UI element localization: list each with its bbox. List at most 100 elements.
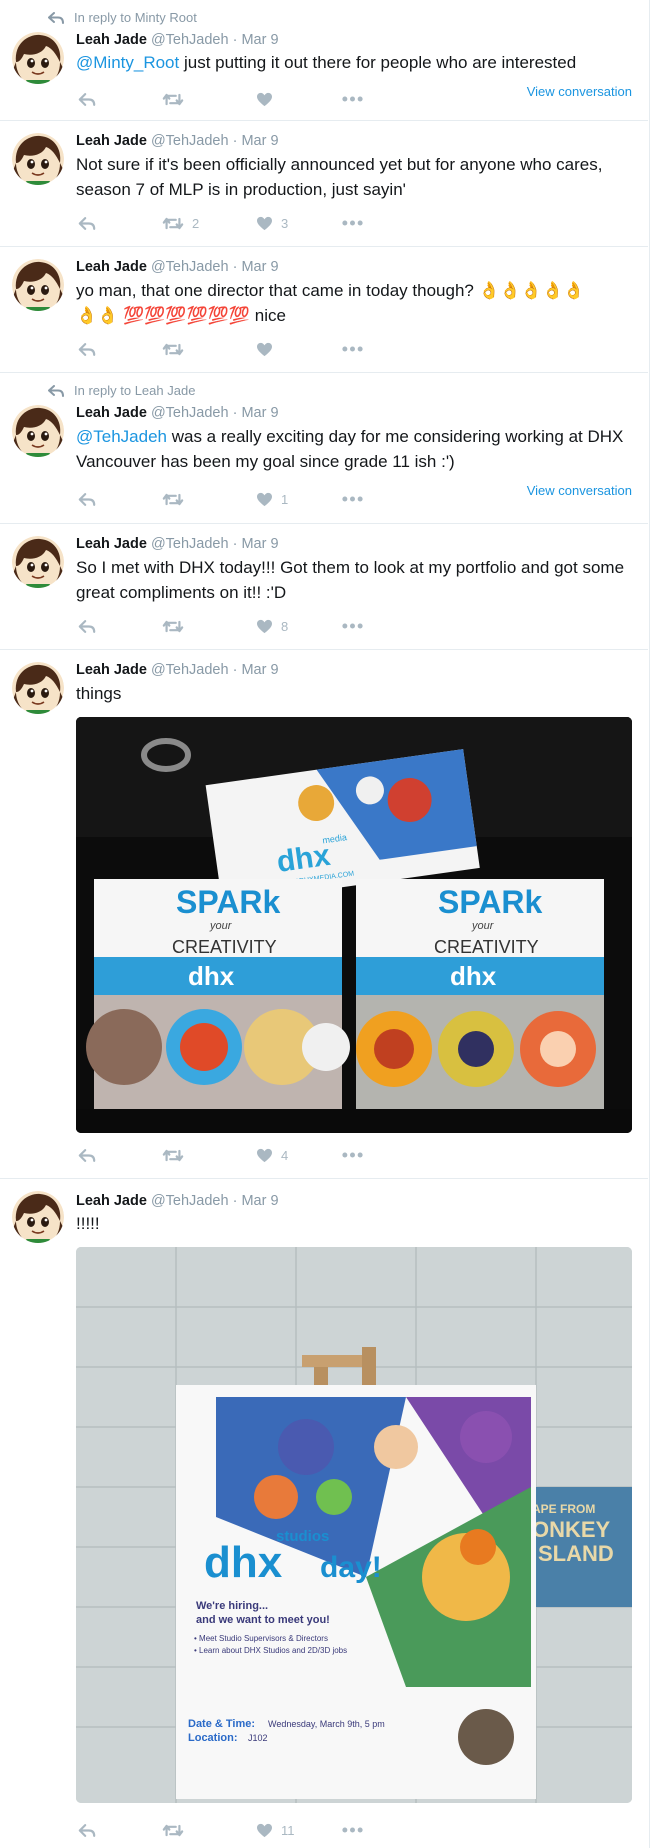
timestamp[interactable]: Mar 9 [241, 259, 278, 275]
avatar[interactable] [12, 133, 64, 185]
avatar[interactable] [12, 536, 64, 588]
username[interactable]: @TehJadeh [151, 133, 229, 149]
avatar[interactable] [12, 32, 64, 84]
reply-button[interactable] [78, 1145, 96, 1165]
view-conversation-link[interactable]: View conversation [527, 84, 632, 99]
timestamp[interactable]: Mar 9 [241, 662, 278, 678]
display-name[interactable]: Leah Jade [76, 405, 147, 421]
more-button[interactable] [342, 339, 363, 359]
pack-brand-left: dhx [188, 961, 235, 991]
poster-want: and we want to meet you! [196, 1614, 330, 1626]
more-button[interactable] [342, 1145, 363, 1165]
like-button[interactable] [256, 339, 281, 359]
username[interactable]: @TehJadeh [151, 32, 229, 48]
tweet[interactable]: In reply to Leah Jade Leah Jade @TehJade… [0, 373, 648, 524]
reply-context[interactable]: In reply to Leah Jade [48, 383, 195, 398]
retweet-button[interactable] [162, 339, 192, 359]
display-name[interactable]: Leah Jade [76, 133, 147, 149]
heart-icon [256, 492, 273, 507]
mention-link[interactable]: @Minty_Root [76, 53, 179, 72]
tweet-text: !!!!! [76, 1214, 100, 1233]
timestamp[interactable]: Mar 9 [241, 32, 278, 48]
retweet-button[interactable] [162, 1145, 192, 1165]
tweet[interactable]: In reply to Minty Root Leah Jade @TehJad… [0, 0, 648, 121]
timestamp[interactable]: Mar 9 [241, 536, 278, 552]
display-name[interactable]: Leah Jade [76, 1193, 147, 1209]
avatar[interactable] [12, 1191, 64, 1243]
poster-bullet-1: • Meet Studio Supervisors & Directors [194, 1634, 328, 1643]
reply-button[interactable] [78, 489, 96, 509]
like-button[interactable]: 1 [256, 489, 288, 509]
like-button[interactable]: 4 [256, 1145, 288, 1165]
more-icon [342, 496, 363, 502]
pack-creativity-right: CREATIVITY [434, 937, 539, 957]
retweet-icon [162, 1148, 184, 1163]
reply-button[interactable] [78, 339, 96, 359]
separator: · [232, 32, 238, 48]
timestamp[interactable]: Mar 9 [241, 133, 278, 149]
more-button[interactable] [342, 489, 363, 509]
more-button[interactable] [342, 89, 363, 109]
more-icon [342, 220, 363, 226]
reply-arrow-icon [48, 385, 64, 397]
username[interactable]: @TehJadeh [151, 662, 229, 678]
reply-button[interactable] [78, 616, 96, 636]
retweet-button[interactable] [162, 616, 192, 636]
avatar[interactable] [12, 405, 64, 457]
sign-line-3: SLAND [538, 1541, 614, 1566]
display-name[interactable]: Leah Jade [76, 662, 147, 678]
tweet[interactable]: Leah Jade @TehJadeh · Mar 9 Not sure if … [0, 121, 648, 247]
timestamp[interactable]: Mar 9 [241, 1193, 278, 1209]
username[interactable]: @TehJadeh [151, 536, 229, 552]
reply-icon [78, 1823, 96, 1838]
username[interactable]: @TehJadeh [151, 259, 229, 275]
separator: · [232, 662, 238, 678]
reply-icon [78, 342, 96, 357]
tweet-text: @Minty_Root just putting it out there fo… [76, 53, 577, 72]
separator: · [232, 536, 238, 552]
view-conversation-link[interactable]: View conversation [527, 483, 632, 498]
reply-button[interactable] [78, 89, 96, 109]
timestamp[interactable]: Mar 9 [241, 405, 278, 421]
tweet-header: Leah Jade @TehJadeh · Mar 9 [76, 133, 279, 149]
retweet-icon [162, 216, 184, 231]
username[interactable]: @TehJadeh [151, 405, 229, 421]
tweet[interactable]: Leah Jade @TehJadeh · Mar 9 So I met wit… [0, 524, 648, 650]
username[interactable]: @TehJadeh [151, 1193, 229, 1209]
tweet-photo[interactable]: APE FROM ONKEY SLAND studios dhx day! We… [76, 1247, 632, 1803]
heart-icon [256, 1823, 273, 1838]
retweet-button[interactable] [162, 1820, 192, 1840]
pack-title-left: SPARk [176, 884, 281, 920]
reply-button[interactable] [78, 213, 96, 233]
heart-icon [256, 92, 273, 107]
tweet[interactable]: Leah Jade @TehJadeh · Mar 9 things dhx m… [0, 650, 648, 1179]
retweet-button[interactable] [162, 89, 192, 109]
photo-dhx-poster: APE FROM ONKEY SLAND studios dhx day! We… [76, 1247, 632, 1803]
reply-context[interactable]: In reply to Minty Root [48, 10, 197, 25]
like-button[interactable]: 3 [256, 213, 288, 233]
mention-link[interactable]: @TehJadeh [76, 427, 167, 446]
tweet[interactable]: Leah Jade @TehJadeh · Mar 9 yo man, that… [0, 247, 648, 373]
pack-your-left: your [209, 920, 233, 932]
avatar[interactable] [12, 259, 64, 311]
retweet-icon [162, 1823, 184, 1838]
tweet[interactable]: Leah Jade @TehJadeh · Mar 9 !!!!! APE FR… [0, 1179, 648, 1848]
avatar[interactable] [12, 662, 64, 714]
like-button[interactable]: 11 [256, 1820, 295, 1840]
more-button[interactable] [342, 616, 363, 636]
reply-button[interactable] [78, 1820, 96, 1840]
retweet-button[interactable]: 2 [162, 213, 199, 233]
tweet-header: Leah Jade @TehJadeh · Mar 9 [76, 405, 279, 421]
more-icon [342, 1827, 363, 1833]
display-name[interactable]: Leah Jade [76, 32, 147, 48]
retweet-button[interactable] [162, 489, 192, 509]
like-button[interactable] [256, 89, 281, 109]
more-button[interactable] [342, 213, 363, 233]
display-name[interactable]: Leah Jade [76, 536, 147, 552]
tweet-photo[interactable]: dhx media WWW.DHXMEDIA.COM SPARk your CR… [76, 717, 632, 1133]
tweet-header: Leah Jade @TehJadeh · Mar 9 [76, 662, 279, 678]
display-name[interactable]: Leah Jade [76, 259, 147, 275]
poster-day: day! [320, 1551, 382, 1584]
more-button[interactable] [342, 1820, 363, 1840]
like-button[interactable]: 8 [256, 616, 288, 636]
